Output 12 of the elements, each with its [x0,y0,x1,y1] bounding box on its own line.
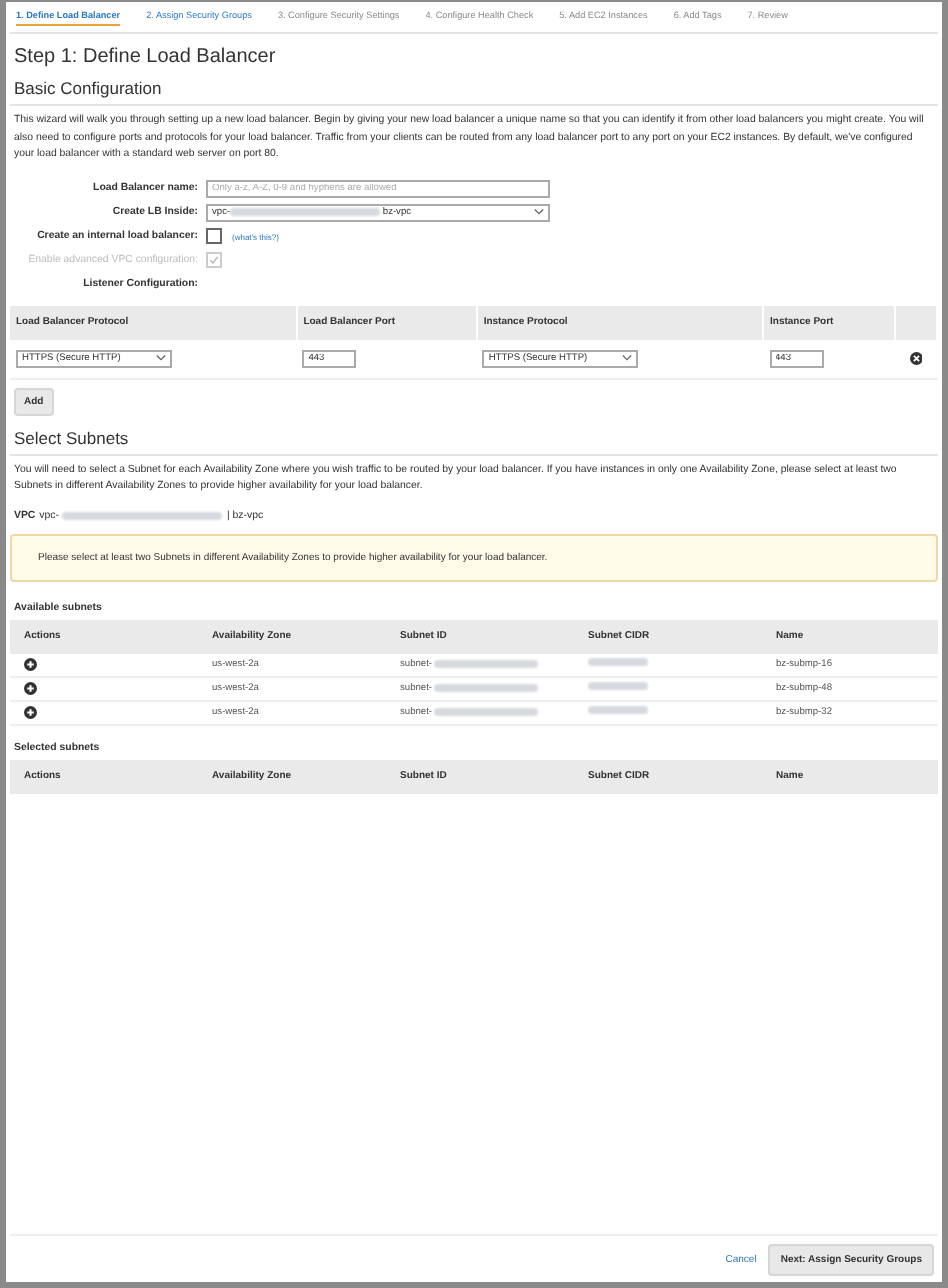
section-heading: Basic Configuration [10,78,938,106]
chevron-down-icon [622,354,633,363]
internal-checkbox[interactable] [206,228,222,245]
add-subnet-icon[interactable] [24,658,37,672]
advanced-vpc-checkbox[interactable] [206,252,222,269]
chevron-down-icon [534,208,544,217]
chevron-down-icon [156,354,166,363]
section-heading: Select Subnets [10,427,938,456]
add-subnet-icon[interactable] [24,682,37,696]
remove-icon[interactable] [909,352,923,366]
add-subnet-icon[interactable] [24,706,37,720]
page-title: Step 1: Define Load Balancer [14,46,278,68]
